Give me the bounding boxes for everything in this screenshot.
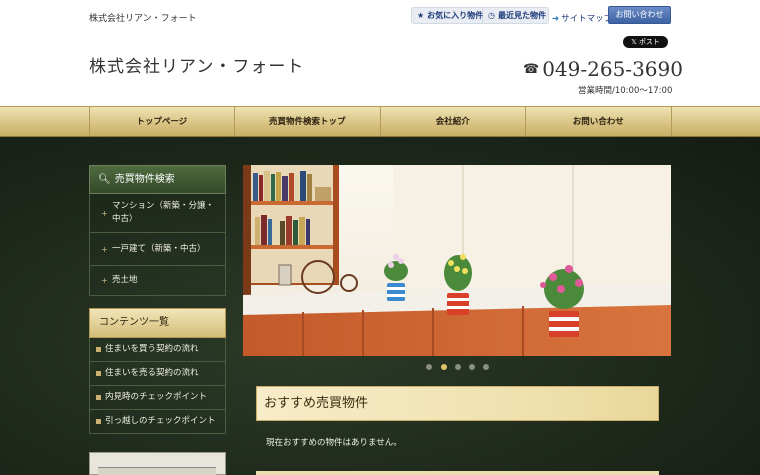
phone-text: 049-265-3690 <box>542 57 683 81</box>
plus-icon: + <box>101 244 108 254</box>
bullet-square-icon <box>96 419 101 424</box>
header-tagline: 株式会社リアン・フォート <box>89 14 197 24</box>
site-header: 株式会社リアン・フォート 株式会社リアン・フォート ★ お気に入り物件 ◷ 最近… <box>0 0 760 106</box>
bullet-square-icon <box>96 347 101 352</box>
sidebar-content-heading: コンテンツ一覧 <box>89 308 226 338</box>
content-item-moving[interactable]: 引っ越しのチェックポイント <box>89 410 226 434</box>
favorites-button[interactable]: ★ お気に入り物件 <box>411 7 483 24</box>
sidebar-item-label: マンション（新築・分譲・中古） <box>112 201 215 224</box>
room-scene-image <box>243 165 671 356</box>
content-item-label: 内見時のチェックポイント <box>105 392 208 402</box>
history-label: 最近見た物件 <box>497 11 546 20</box>
nav-item-search[interactable]: 売買物件検索トップ <box>234 107 380 136</box>
star-icon: ★ <box>417 11 425 20</box>
slider-dot-1[interactable] <box>426 364 432 370</box>
nav-item-contact[interactable]: お問い合わせ <box>525 107 672 136</box>
bullet-square-icon <box>96 371 101 376</box>
history-button[interactable]: ◷ 最近見た物件 <box>483 7 549 24</box>
content-item-viewing[interactable]: 内見時のチェックポイント <box>89 386 226 410</box>
x-post-label: ポスト <box>638 38 660 46</box>
telephone-icon: ☎ <box>523 62 540 77</box>
sidebar-item-land[interactable]: + 売土地 <box>89 266 226 296</box>
favorites-label: お気に入り物件 <box>427 11 484 20</box>
content-item-label: 引っ越しのチェックポイント <box>105 416 216 426</box>
sidebar-item-label: 一戸建て（新築・中古） <box>112 243 206 254</box>
slider-dot-3[interactable] <box>455 364 461 370</box>
sidebar-search-list: + マンション（新築・分譲・中古） + 一戸建て（新築・中古） + 売土地 <box>89 194 226 296</box>
sidebar-banner[interactable] <box>89 452 226 475</box>
bullet-square-icon <box>96 395 101 400</box>
sidebar-item-mansion[interactable]: + マンション（新築・分譲・中古） <box>89 194 226 233</box>
nav-items: トップページ 売買物件検索トップ 会社紹介 お問い合わせ <box>88 107 672 136</box>
sidebar-item-label: 売土地 <box>112 275 138 285</box>
sidebar-content-list: 住まいを買う契約の流れ 住まいを売る契約の流れ 内見時のチェックポイント 引っ越… <box>89 338 226 434</box>
sidebar-search-heading: 🔍︎ 売買物件検索 <box>89 165 226 194</box>
banner-image <box>98 467 216 475</box>
global-nav: トップページ 売買物件検索トップ 会社紹介 お問い合わせ <box>0 106 760 137</box>
clock-icon: ◷ <box>488 11 495 20</box>
recommend-empty-text: 現在おすすめの物件はありません。 <box>266 438 402 448</box>
phone-number: ☎ 049-265-3690 <box>523 57 683 81</box>
recommend-next-heading <box>256 471 659 475</box>
slider-dot-4[interactable] <box>469 364 475 370</box>
slider-dot-2[interactable] <box>441 364 447 370</box>
slider-dot-5[interactable] <box>483 364 489 370</box>
nav-item-company[interactable]: 会社紹介 <box>379 107 526 136</box>
business-hours: 営業時間/10:00～17:00 <box>578 86 673 96</box>
nav-item-top[interactable]: トップページ <box>88 107 235 136</box>
sitemap-label: サイトマップ <box>561 14 613 24</box>
search-icon: 🔍︎ <box>98 174 111 185</box>
hero-slider-image[interactable] <box>243 165 671 356</box>
content-item-label: 住まいを売る契約の流れ <box>105 368 199 378</box>
content-item-sell-flow[interactable]: 住まいを売る契約の流れ <box>89 362 226 386</box>
x-logo-icon: 𝕏 <box>631 38 637 46</box>
sidebar-item-house[interactable]: + 一戸建て（新築・中古） <box>89 233 226 266</box>
sitemap-link[interactable]: ➜ サイトマップ <box>552 12 612 24</box>
arrow-right-icon: ➜ <box>552 14 560 24</box>
x-post-button[interactable]: 𝕏 ポスト <box>623 36 668 48</box>
content-item-label: 住まいを買う契約の流れ <box>105 344 199 354</box>
site-logo[interactable]: 株式会社リアン・フォート <box>89 52 304 77</box>
content-item-buy-flow[interactable]: 住まいを買う契約の流れ <box>89 338 226 362</box>
recommend-heading: おすすめ売買物件 <box>256 386 659 421</box>
sidebar-search-title: 売買物件検索 <box>114 174 175 185</box>
header-contact-button[interactable]: お問い合わせ <box>608 6 671 24</box>
plus-icon: + <box>101 276 108 285</box>
plus-icon: + <box>101 208 108 218</box>
